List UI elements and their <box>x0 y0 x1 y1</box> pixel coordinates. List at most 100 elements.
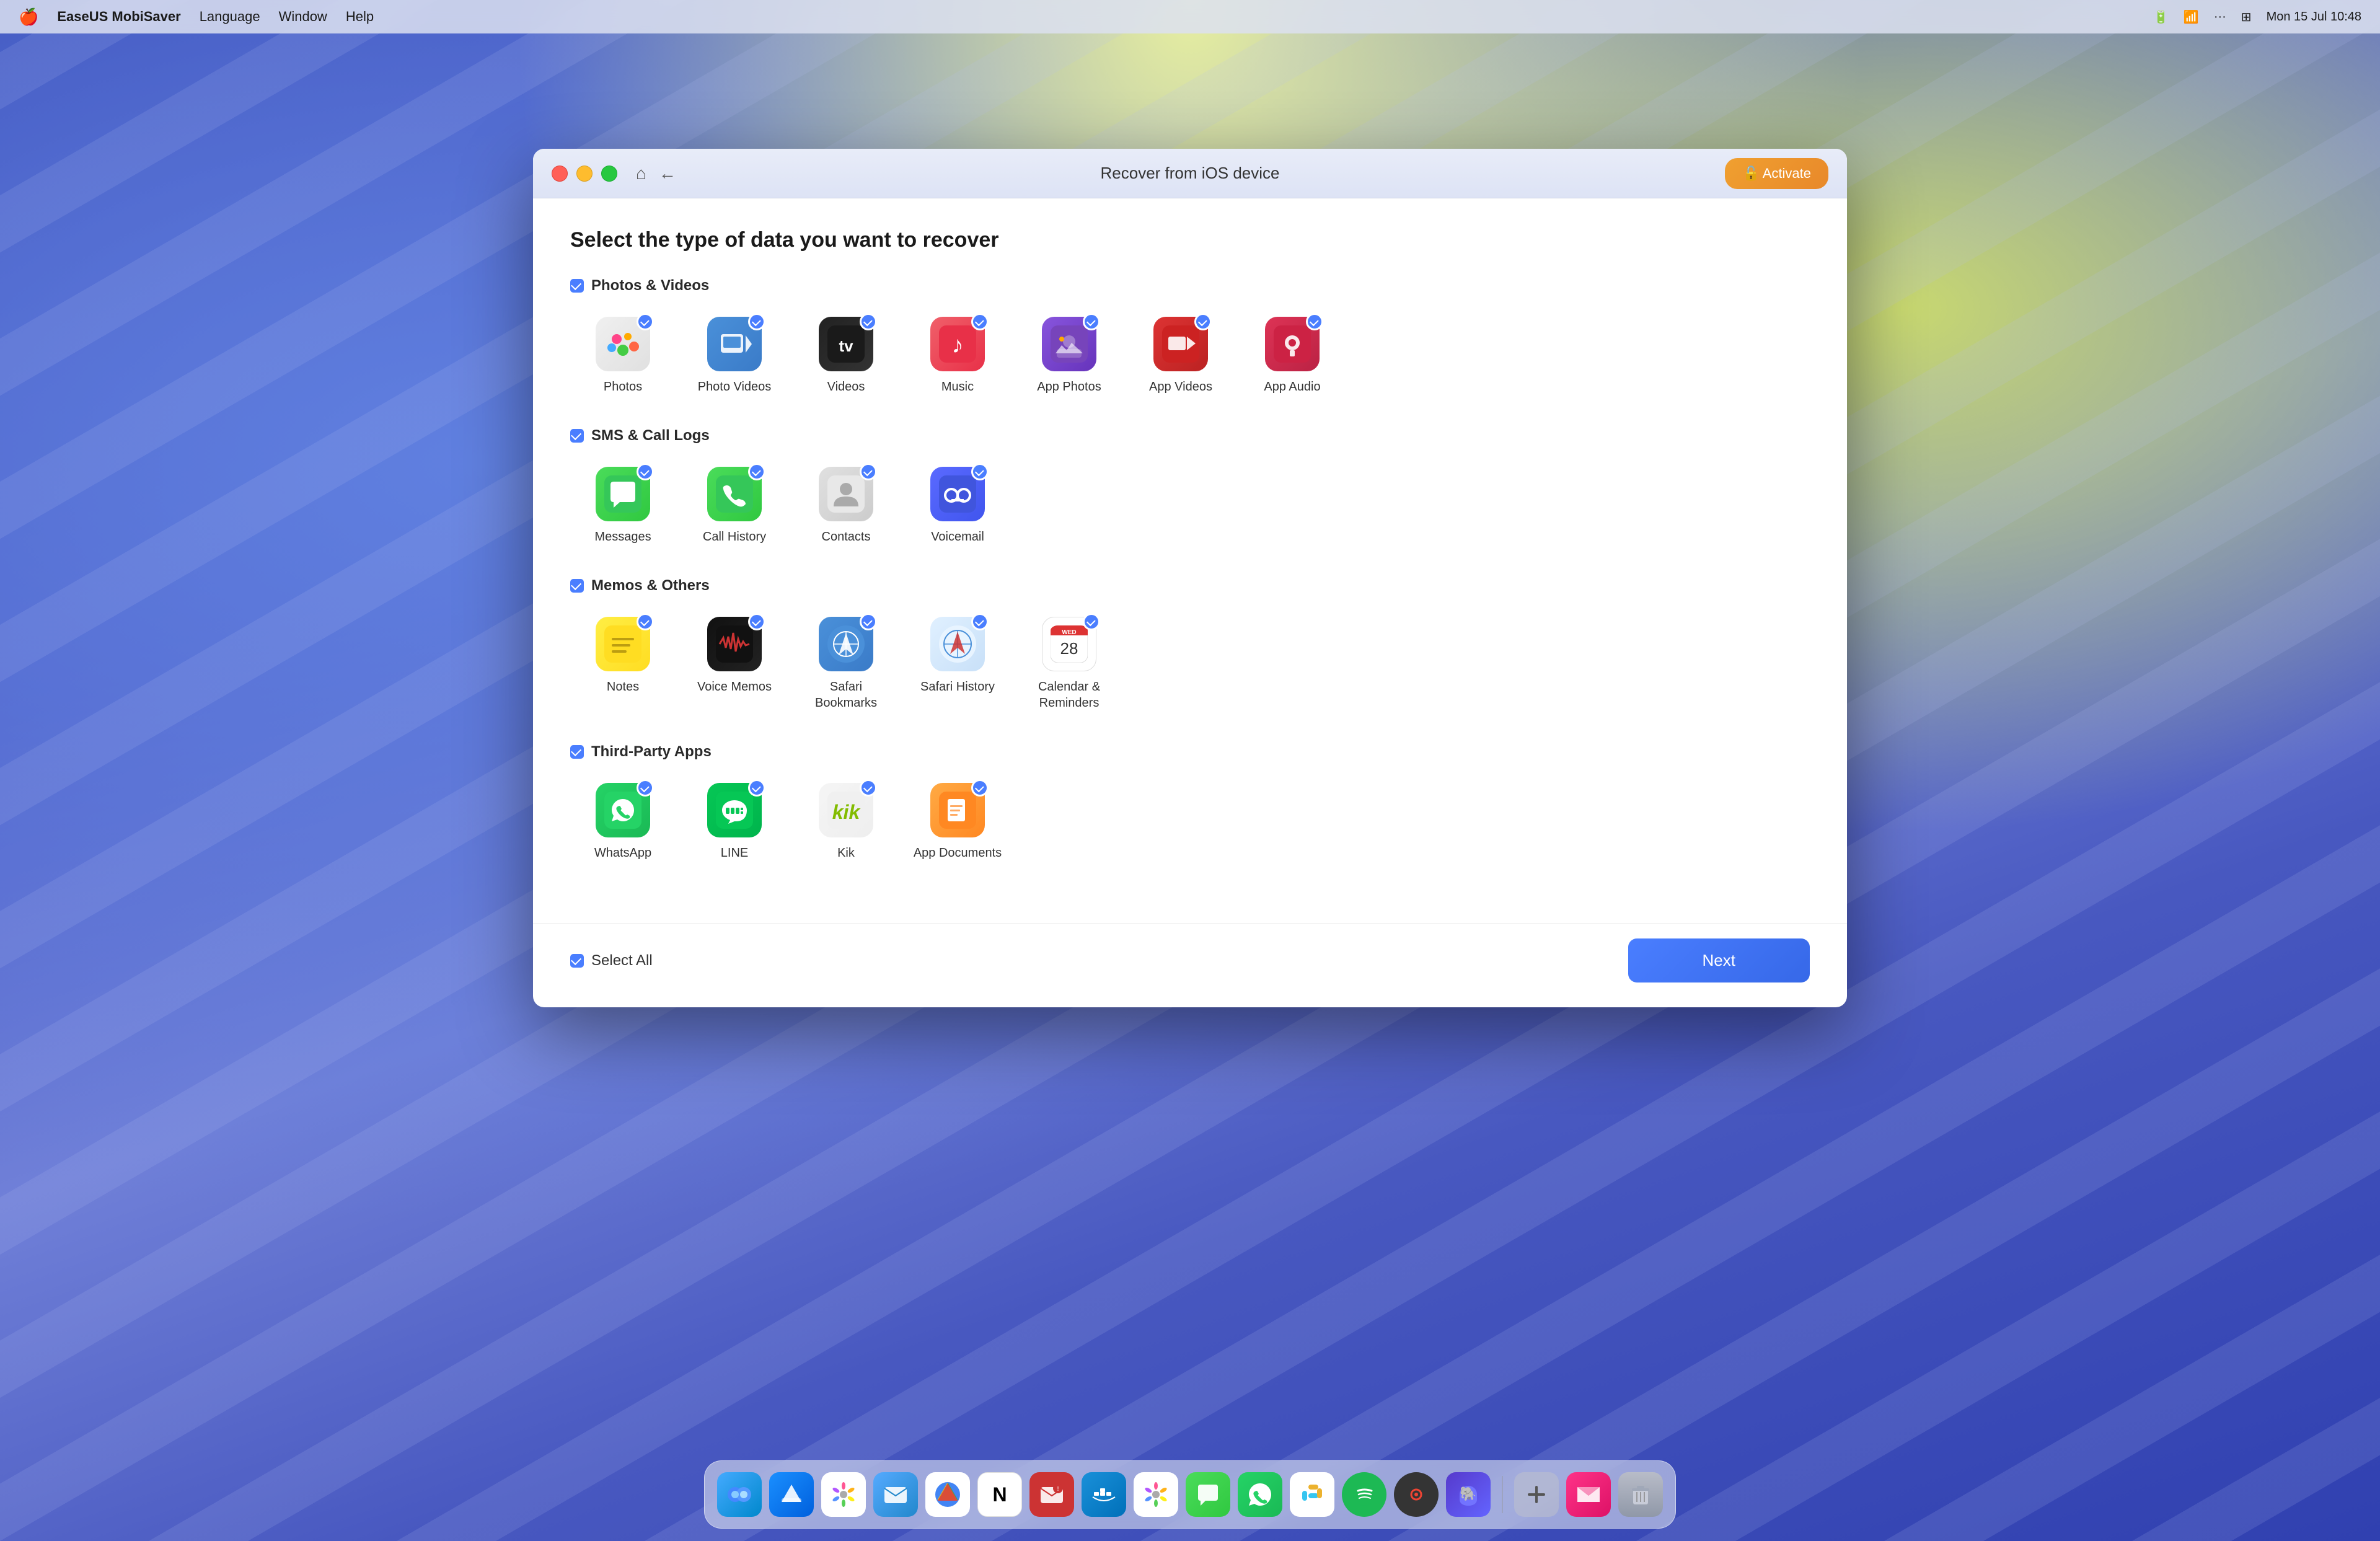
dock-add[interactable] <box>1514 1472 1559 1517</box>
svg-text:WED: WED <box>1062 629 1076 636</box>
item-app-audio[interactable]: App Audio <box>1240 307 1345 405</box>
icon-wrapper-voicemail <box>930 467 985 521</box>
category-photos-videos: Photos & Videos Photos <box>570 277 1810 405</box>
item-photos[interactable]: Photos <box>570 307 676 405</box>
check-messages <box>637 463 654 480</box>
dock-mastodon[interactable]: 🐘 <box>1446 1472 1491 1517</box>
dock-whatsapp[interactable] <box>1238 1472 1282 1517</box>
icon-wrapper-app-audio <box>1265 317 1320 371</box>
dock-airmail[interactable] <box>1566 1472 1611 1517</box>
item-safari-bookmarks[interactable]: Safari Bookmarks <box>793 607 899 721</box>
menu-window[interactable]: Window <box>279 9 327 25</box>
dock-chrome[interactable] <box>925 1472 970 1517</box>
check-app-audio <box>1306 313 1323 330</box>
icon-wrapper-app-videos <box>1153 317 1208 371</box>
icon-wrapper-call-history <box>707 467 762 521</box>
checkbox-third-party[interactable] <box>570 745 584 759</box>
item-voice-memos[interactable]: Voice Memos <box>682 607 787 721</box>
maximize-button[interactable] <box>601 166 617 182</box>
check-contacts <box>860 463 877 480</box>
icon-wrapper-safari-bookmarks <box>819 617 873 671</box>
category-third-party: Third-Party Apps WhatsApp <box>570 743 1810 871</box>
svg-text:kik: kik <box>832 801 862 823</box>
next-button[interactable]: Next <box>1628 938 1810 982</box>
item-voicemail[interactable]: Voicemail <box>905 457 1010 555</box>
select-all-label: Select All <box>591 952 653 969</box>
item-label-safari-bookmarks: Safari Bookmarks <box>798 679 894 711</box>
items-grid-sms: Messages Call History <box>570 457 1810 555</box>
title-bar-nav: ⌂ ← <box>636 164 676 183</box>
close-button[interactable] <box>552 166 568 182</box>
apple-menu[interactable]: 🍎 <box>19 7 38 27</box>
menu-help[interactable]: Help <box>346 9 374 25</box>
item-photo-videos[interactable]: Photo Videos <box>682 307 787 405</box>
item-label-voice-memos: Voice Memos <box>697 679 772 695</box>
title-bar: ⌂ ← Recover from iOS device 🔓 Activate <box>533 149 1847 198</box>
dock-mail[interactable] <box>873 1472 918 1517</box>
item-music[interactable]: ♪ Music <box>905 307 1010 405</box>
menubar: 🍎 EaseUS MobiSaver Language Window Help … <box>0 0 2380 33</box>
check-voice-memos <box>748 613 765 630</box>
items-grid-photos-videos: Photos Photo Videos tv <box>570 307 1810 405</box>
dock-messages[interactable] <box>1186 1472 1230 1517</box>
item-app-photos[interactable]: App Photos <box>1016 307 1122 405</box>
dock-finder[interactable] <box>717 1472 762 1517</box>
checkbox-memos[interactable] <box>570 579 584 593</box>
item-app-documents[interactable]: App Documents <box>905 773 1010 871</box>
icon-wrapper-videos: tv <box>819 317 873 371</box>
dock-mail2[interactable]: ! <box>1029 1472 1074 1517</box>
check-videos <box>860 313 877 330</box>
dock-appstore[interactable] <box>769 1472 814 1517</box>
checkbox-photos-videos[interactable] <box>570 279 584 293</box>
item-label-messages: Messages <box>594 529 651 545</box>
dock-notion[interactable]: N <box>977 1472 1022 1517</box>
window-title: Recover from iOS device <box>1101 164 1280 183</box>
icon-wrapper-kik: kik <box>819 783 873 837</box>
item-calendar[interactable]: WED28 Calendar & Reminders <box>1016 607 1122 721</box>
menubar-right: 🔋 📶 ··· ⊞ Mon 15 Jul 10:48 <box>2153 9 2361 25</box>
minimize-button[interactable] <box>576 166 593 182</box>
item-safari-history[interactable]: Safari History <box>905 607 1010 721</box>
category-header-sms: SMS & Call Logs <box>570 427 1810 444</box>
dock-circleci[interactable] <box>1394 1472 1439 1517</box>
menubar-left: 🍎 EaseUS MobiSaver Language Window Help <box>19 7 374 27</box>
item-app-videos[interactable]: App Videos <box>1128 307 1233 405</box>
icon-wrapper-messages <box>596 467 650 521</box>
main-content: Select the type of data you want to reco… <box>533 198 1847 923</box>
dock-photos2[interactable] <box>1134 1472 1178 1517</box>
window-controls <box>552 166 617 182</box>
item-line[interactable]: LINE <box>682 773 787 871</box>
item-kik[interactable]: kik Kik <box>793 773 899 871</box>
select-all[interactable]: Select All <box>570 952 653 969</box>
item-notes[interactable]: Notes <box>570 607 676 721</box>
menu-language[interactable]: Language <box>200 9 260 25</box>
check-photos <box>637 313 654 330</box>
item-videos[interactable]: tv Videos <box>793 307 899 405</box>
check-safari-bookmarks <box>860 613 877 630</box>
item-messages[interactable]: Messages <box>570 457 676 555</box>
icon-wrapper-notes <box>596 617 650 671</box>
dock-slack[interactable] <box>1290 1472 1334 1517</box>
menubar-wifi: 📶 <box>2184 9 2199 25</box>
item-label-photos: Photos <box>604 379 642 395</box>
item-whatsapp[interactable]: WhatsApp <box>570 773 676 871</box>
home-icon[interactable]: ⌂ <box>636 164 646 183</box>
icon-wrapper-voice-memos <box>707 617 762 671</box>
app-name-menu[interactable]: EaseUS MobiSaver <box>57 9 180 25</box>
svg-text:♪: ♪ <box>952 332 964 358</box>
activate-button[interactable]: 🔓 Activate <box>1725 158 1828 189</box>
category-label-sms: SMS & Call Logs <box>591 427 710 444</box>
check-call-history <box>748 463 765 480</box>
icon-wrapper-whatsapp <box>596 783 650 837</box>
back-icon[interactable]: ← <box>659 164 676 183</box>
item-contacts[interactable]: Contacts <box>793 457 899 555</box>
dock-spotify[interactable] <box>1342 1472 1386 1517</box>
category-label-photos-videos: Photos & Videos <box>591 277 709 294</box>
menubar-grid: ⊞ <box>2241 9 2252 25</box>
checkbox-select-all[interactable] <box>570 954 584 968</box>
item-call-history[interactable]: Call History <box>682 457 787 555</box>
dock-docker[interactable] <box>1082 1472 1126 1517</box>
checkbox-sms[interactable] <box>570 429 584 443</box>
dock-photos[interactable] <box>821 1472 866 1517</box>
dock-trash[interactable] <box>1618 1472 1663 1517</box>
